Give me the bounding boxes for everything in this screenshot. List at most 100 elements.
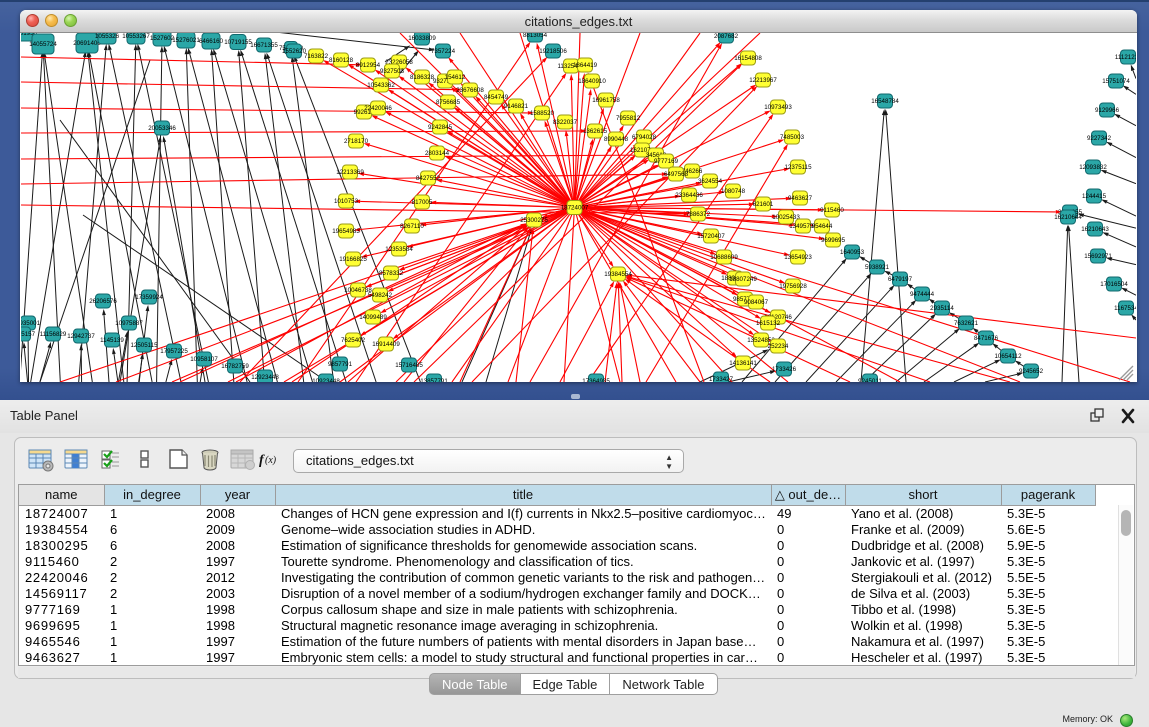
svg-text:7485003: 7485003: [780, 134, 805, 141]
svg-text:10958107: 10958107: [190, 356, 218, 363]
svg-text:8756685: 8756685: [436, 99, 461, 106]
svg-text:1167534: 1167534: [1114, 305, 1136, 312]
svg-text:(x): (x): [265, 455, 277, 466]
svg-text:12353584: 12353584: [385, 246, 413, 253]
svg-text:9699695: 9699695: [821, 237, 846, 244]
svg-text:621601: 621601: [753, 201, 774, 208]
svg-text:11156829: 11156829: [40, 331, 67, 338]
svg-text:15692971: 15692971: [1084, 253, 1112, 260]
svg-text:8454749: 8454749: [484, 94, 509, 101]
svg-text:16782759: 16782759: [221, 363, 249, 370]
svg-text:8186328: 8186328: [410, 74, 435, 81]
svg-text:22420046: 22420046: [364, 105, 392, 112]
svg-text:16154808: 16154808: [734, 55, 762, 62]
svg-text:1010753: 1010753: [334, 198, 359, 205]
svg-text:19654983: 19654983: [332, 228, 360, 235]
svg-text:12505115: 12505115: [130, 342, 158, 349]
svg-text:16210644: 16210644: [1054, 214, 1082, 221]
svg-text:154612: 154612: [445, 74, 466, 81]
svg-text:9245652: 9245652: [1019, 368, 1044, 375]
svg-text:12213369: 12213369: [336, 169, 364, 176]
svg-text:16210643: 16210643: [1081, 226, 1109, 233]
svg-text:14136141: 14136141: [729, 360, 757, 367]
svg-text:12375115: 12375115: [784, 164, 812, 171]
svg-text:17364935: 17364935: [582, 378, 610, 382]
svg-text:10654112: 10654112: [994, 353, 1022, 360]
svg-text:1552620: 1552620: [282, 48, 307, 55]
svg-text:18640910: 18640910: [578, 78, 606, 85]
svg-text:8267110: 8267110: [400, 223, 424, 230]
svg-text:8322037: 8322037: [553, 119, 578, 126]
svg-text:817005: 817005: [412, 199, 433, 206]
svg-text:2718170: 2718170: [344, 138, 369, 145]
svg-text:9084067: 9084067: [744, 299, 769, 306]
svg-text:14055724: 14055724: [29, 41, 57, 48]
svg-text:9857791: 9857791: [328, 361, 353, 368]
svg-text:1864419: 1864419: [573, 62, 598, 69]
svg-text:17359924: 17359924: [135, 294, 163, 301]
svg-text:8471676: 8471676: [974, 335, 999, 342]
svg-text:9129966: 9129966: [1095, 107, 1120, 114]
svg-text:8912954: 8912954: [356, 62, 381, 69]
svg-text:1145139: 1145139: [100, 337, 124, 344]
svg-text:11121211: 11121211: [1115, 54, 1136, 61]
svg-text:9245011: 9245011: [858, 378, 882, 382]
svg-text:1527602: 1527602: [150, 35, 175, 42]
svg-text:7632621: 7632621: [954, 320, 979, 327]
svg-text:9242845: 9242845: [428, 124, 453, 131]
svg-text:3624554: 3624554: [698, 178, 723, 185]
svg-text:9115460: 9115460: [820, 207, 844, 214]
svg-text:18807249: 18807249: [729, 276, 757, 283]
svg-text:15720407: 15720407: [697, 233, 725, 240]
svg-text:9474444: 9474444: [910, 291, 935, 298]
svg-text:12923448: 12923448: [251, 374, 279, 381]
svg-text:10543362: 10543362: [367, 82, 395, 89]
svg-text:7357224: 7357224: [431, 48, 456, 55]
svg-text:25300275: 25300275: [520, 217, 548, 224]
svg-text:13654923: 13654923: [784, 254, 812, 261]
svg-text:16671355: 16671355: [250, 42, 278, 49]
svg-text:10923448: 10923448: [312, 378, 340, 382]
svg-text:20691406: 20691406: [73, 40, 101, 47]
svg-text:10553267: 10553267: [122, 33, 150, 40]
svg-text:1055326: 1055326: [95, 33, 120, 40]
svg-text:7955812: 7955812: [616, 115, 641, 122]
svg-text:1640953: 1640953: [840, 249, 865, 256]
svg-text:7886372: 7886372: [686, 211, 711, 218]
svg-text:252234: 252234: [768, 343, 789, 350]
svg-text:8160128: 8160128: [329, 57, 354, 64]
svg-text:5498242: 5498242: [368, 292, 393, 299]
svg-text:9146821: 9146821: [504, 103, 529, 110]
svg-text:954644: 954644: [812, 223, 833, 230]
svg-text:9327503: 9327503: [380, 68, 405, 75]
svg-text:5938921: 5938921: [865, 264, 890, 271]
svg-text:6497568: 6497568: [664, 171, 689, 178]
svg-text:17957225: 17957225: [160, 348, 188, 355]
svg-text:10973493: 10973493: [764, 104, 792, 111]
svg-text:23676608: 23676608: [456, 87, 484, 94]
svg-text:20053346: 20053346: [148, 125, 176, 132]
svg-text:2087682: 2087682: [714, 33, 739, 40]
svg-text:15751074: 15751074: [1102, 78, 1130, 85]
svg-text:12942737: 12942737: [67, 333, 95, 340]
svg-text:18724007: 18724007: [561, 205, 589, 212]
svg-text:8578332: 8578332: [379, 270, 404, 277]
svg-text:1080748: 1080748: [721, 188, 746, 195]
svg-text:2935114: 2935114: [930, 305, 954, 312]
svg-text:12213967: 12213967: [749, 77, 777, 84]
svg-text:9777169: 9777169: [654, 158, 679, 165]
svg-text:19384554: 19384554: [604, 271, 632, 278]
svg-text:8990448: 8990448: [604, 136, 629, 143]
svg-text:1588520: 1588520: [530, 110, 555, 117]
svg-text:9227342: 9227342: [1087, 135, 1112, 142]
svg-text:1362615: 1362615: [583, 128, 608, 135]
svg-text:2803144: 2803144: [425, 150, 450, 157]
svg-text:15276021: 15276021: [172, 37, 200, 44]
svg-text:3915157: 3915157: [21, 331, 36, 338]
svg-text:19218506: 19218506: [539, 48, 567, 55]
svg-text:6479197: 6479197: [888, 276, 913, 283]
svg-text:7163822: 7163822: [304, 53, 329, 60]
svg-text:13857791: 13857791: [420, 378, 448, 382]
svg-text:1733427: 1733427: [709, 376, 734, 382]
svg-text:1244415: 1244415: [1082, 193, 1107, 200]
